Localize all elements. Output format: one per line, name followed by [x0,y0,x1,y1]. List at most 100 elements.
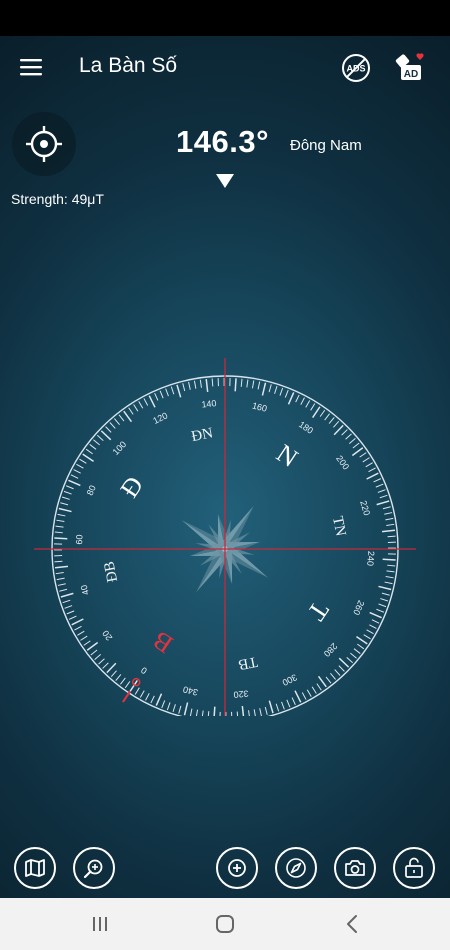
dial-tick [79,458,87,464]
dial-tick [351,447,364,457]
dial-tick [199,379,202,388]
degree-label: 80 [85,484,98,497]
remove-ads-button[interactable]: ADS [336,48,376,88]
dial-tick [56,519,65,523]
dial-tick [115,674,122,681]
dial-tick [248,710,250,716]
dial-tick [114,418,120,426]
compass-dial: 0 20 40 60 80 100 120 140 160 180 200 220 240 260 280 3… [34,358,416,716]
map-button[interactable] [14,847,56,889]
dial-tick [54,560,63,563]
dial-tick [54,565,69,569]
zoom-button[interactable] [73,847,115,889]
home-button[interactable] [205,910,245,938]
reward-ad-button[interactable]: AD [390,48,430,88]
intercardinal-label: TN [329,515,349,538]
lock-button[interactable] [393,847,435,889]
add-point-button[interactable] [216,847,258,889]
recents-icon [93,917,107,931]
dial-tick [365,462,373,468]
dial-tick [66,610,75,615]
dial-tick [145,693,150,701]
dial-tick [384,581,393,585]
dial-tick [311,686,317,694]
dial-tick [57,583,66,586]
dial-tick [253,709,256,716]
cardinal-label: Đ [115,471,150,503]
dial-tick [105,426,112,433]
dial-tick [268,700,274,714]
lock-open-icon [405,857,423,878]
map-icon [25,859,45,877]
dial-tick [134,687,140,695]
dial-tick [382,558,396,561]
dial-tick [211,378,214,387]
dial-tick [201,710,204,716]
dial-tick [68,479,81,487]
recents-button[interactable] [80,910,120,938]
dial-tick [155,693,163,706]
dial-tick [83,640,91,646]
dial-tick [195,709,199,716]
degree-label: 40 [79,584,91,596]
dial-tick [369,611,382,619]
dial-tick [312,406,321,418]
degree-label: 120 [151,410,169,426]
heading-pointer-icon [216,174,234,188]
dial-tick [385,517,394,521]
dial-tick [295,394,300,403]
dial-tick [159,390,164,399]
compass-mode-button[interactable] [275,847,317,889]
reward-ad-label: AD [404,69,418,80]
dial-tick [319,409,326,417]
back-button[interactable] [332,910,372,938]
dial-tick [96,434,104,441]
dial-tick [363,634,371,640]
dial-tick [165,388,169,397]
dial-tick [85,448,93,455]
dial-tick [170,386,175,395]
degree-label: 320 [233,688,249,700]
home-icon [216,915,234,933]
dial-tick [54,531,63,534]
dial-tick [386,570,395,573]
dial-tick [120,677,126,685]
degree-label: 260 [351,599,366,617]
dial-tick [376,608,385,613]
dial-tick [381,529,396,533]
dial-tick [150,695,155,704]
dial-tick [359,452,367,458]
degree-label: 200 [334,454,351,472]
dial-tick [80,635,88,641]
dial-tick [73,469,81,474]
dial-tick [189,708,193,716]
dial-tick [205,378,209,393]
dial-tick [89,444,97,450]
dial-tick [106,662,117,674]
dial-tick [246,379,249,388]
locate-button[interactable] [12,112,76,176]
dial-tick [378,585,392,591]
dial-tick [286,699,291,708]
dial-tick [333,420,340,428]
dial-tick [306,689,312,697]
dial-tick [287,392,295,405]
camera-button[interactable] [334,847,376,889]
dial-tick [94,654,102,660]
dial-tick [60,502,69,506]
dial-tick [98,658,105,665]
dial-tick [172,704,176,713]
menu-button[interactable] [14,50,48,84]
dial-tick [240,378,243,387]
dial-tick [55,572,64,575]
no-ads-label: ADS [346,64,365,74]
dial-tick [310,403,316,411]
dial-tick [60,592,74,598]
dial-tick [328,417,335,424]
dial-tick [294,690,302,703]
dial-tick [257,381,261,390]
dial-tick [148,395,156,408]
zoom-search-icon [83,859,103,879]
dial-tick [305,400,311,408]
dial-tick [375,483,384,488]
